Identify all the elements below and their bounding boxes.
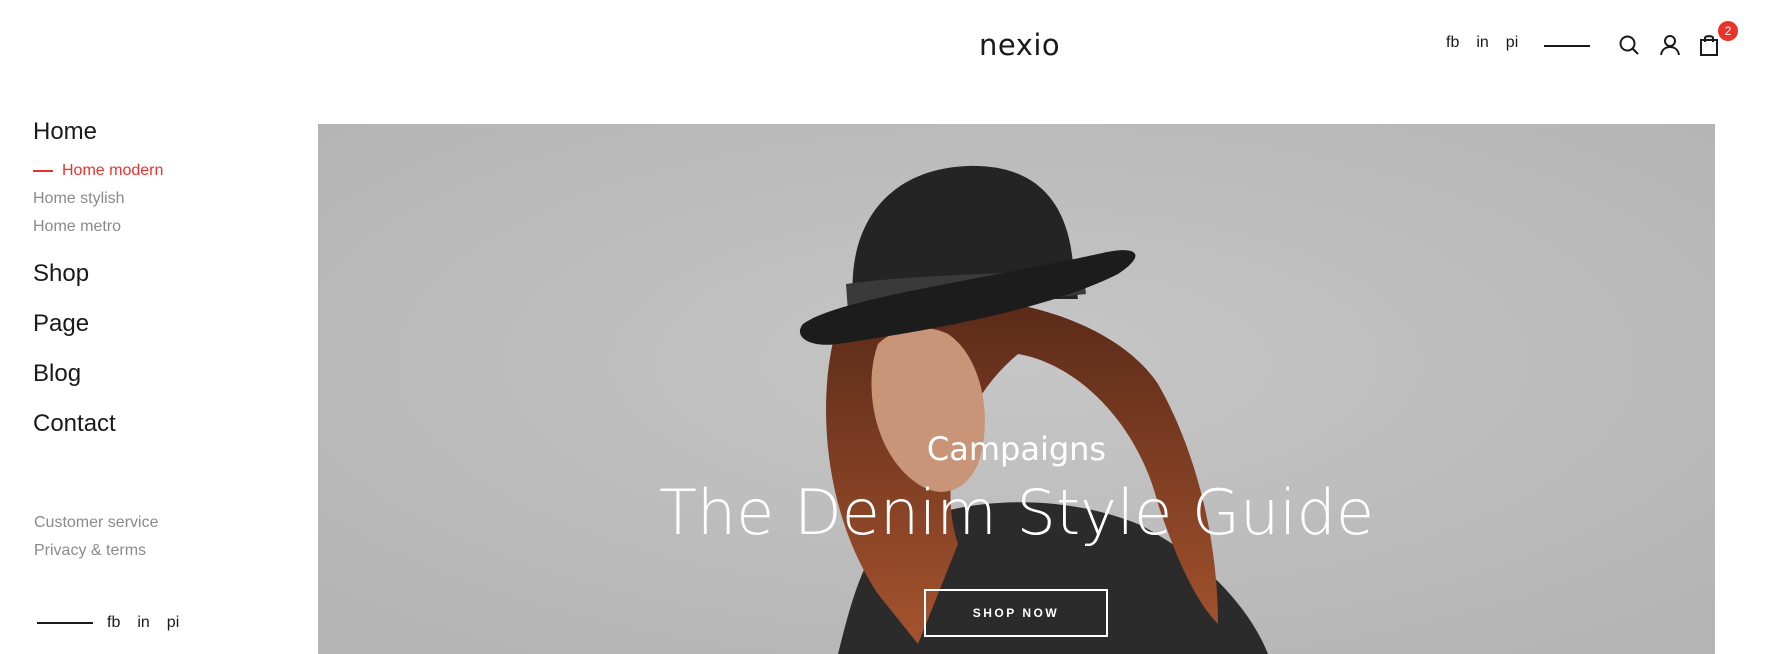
user-icon[interactable] [1658,33,1682,57]
sidebar-social-facebook[interactable]: fb [107,614,120,632]
shop-now-button[interactable]: SHOP NOW [924,589,1108,637]
header-divider-line [1544,45,1590,47]
site-logo[interactable]: nexio [979,28,1060,62]
nav-item-shop[interactable]: Shop [33,260,89,288]
nav-item-blog[interactable]: Blog [33,360,81,388]
cart-icon[interactable] [1697,33,1721,57]
submenu-item-label: Home stylish [33,190,125,207]
nav-item-contact[interactable]: Contact [33,410,116,438]
sidebar-divider-line [37,622,93,624]
sidebar-nav: Home Home modern Home stylish Home metro… [0,110,300,654]
privacy-terms-link[interactable]: Privacy & terms [34,542,158,570]
header-social-pinterest[interactable]: pi [1506,34,1518,52]
submenu-item-home-modern[interactable]: Home modern [33,157,163,185]
hero-image [318,124,1715,654]
submenu-item-home-stylish[interactable]: Home stylish [33,185,163,213]
sidebar-footer-links: Customer service Privacy & terms [34,514,158,570]
active-indicator-dash [33,170,53,172]
sidebar-social-links: fb in pi [37,614,196,632]
header-social-links: fb in pi [1446,34,1518,52]
hero-banner: Campaigns The Denim Style Guide SHOP NOW [318,124,1715,654]
submenu-item-label: Home metro [33,218,122,235]
header-social-facebook[interactable]: fb [1446,34,1459,52]
hero-title: The Denim Style Guide [658,476,1375,549]
sidebar-social-pinterest[interactable]: pi [167,614,179,632]
hero-subtitle: Campaigns [926,430,1107,468]
header-social-linkedin[interactable]: in [1476,34,1488,52]
cart-count-badge: 2 [1718,21,1738,41]
sidebar-social-linkedin[interactable]: in [137,614,149,632]
customer-service-link[interactable]: Customer service [34,514,158,542]
submenu-item-label: Home modern [62,162,164,179]
home-submenu: Home modern Home stylish Home metro [33,157,163,241]
site-header: nexio fb in pi 2 [0,0,1773,90]
search-icon[interactable] [1617,33,1641,57]
submenu-item-home-metro[interactable]: Home metro [33,213,163,241]
nav-item-page[interactable]: Page [33,310,89,338]
nav-item-home[interactable]: Home [33,118,97,146]
